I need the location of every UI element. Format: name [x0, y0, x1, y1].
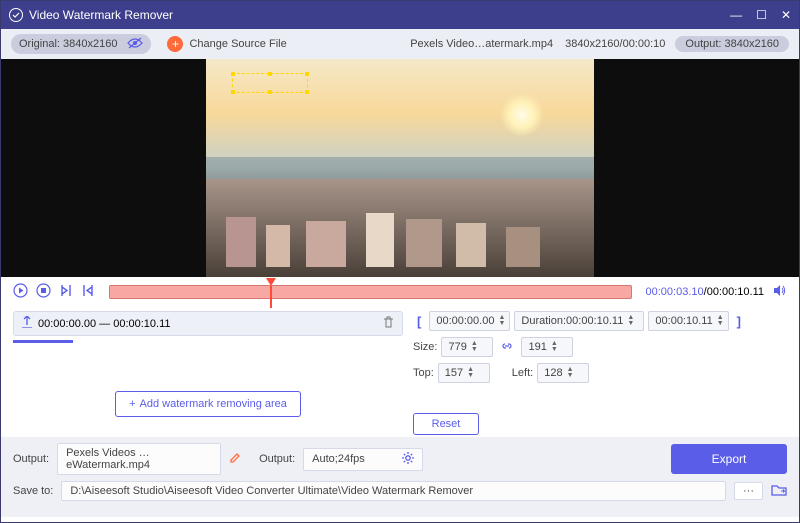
width-input[interactable]: 779▲▼	[441, 337, 493, 357]
resize-handle-bl[interactable]	[231, 90, 235, 94]
left-label: Left:	[512, 367, 533, 379]
resize-handle-br[interactable]	[305, 90, 309, 94]
minimize-button[interactable]: —	[730, 8, 742, 22]
height-input[interactable]: 191▲▼	[521, 337, 573, 357]
app-logo-icon	[9, 8, 23, 22]
segment-progress	[13, 340, 73, 343]
app-window: Video Watermark Remover — ☐ ✕ Original: …	[0, 0, 800, 523]
bottom-panel: Output: Pexels Videos …eWatermark.mp4 Ou…	[1, 437, 799, 517]
plus-icon: +	[129, 398, 135, 410]
top-toolbar: Original: 3840x2160 + Change Source File…	[1, 29, 799, 59]
source-filename: Pexels Video…atermark.mp4	[410, 38, 553, 50]
top-label: Top:	[413, 367, 434, 379]
resize-handle-bm[interactable]	[268, 90, 272, 94]
maximize-button[interactable]: ☐	[756, 8, 767, 22]
start-time-input[interactable]: 00:00:00.00▲▼	[429, 311, 510, 331]
settings-gear-icon[interactable]	[402, 452, 414, 467]
properties-panel: [ 00:00:00.00▲▼ Duration:00:00:10.11▲▼ 0…	[413, 311, 787, 435]
playback-time: 00:00:03.10/00:00:10.11	[646, 286, 764, 298]
add-source-icon[interactable]: +	[167, 36, 183, 52]
spinner-down-icon[interactable]: ▼	[498, 321, 505, 327]
video-frame	[206, 59, 594, 277]
segment-marker-icon	[22, 316, 32, 331]
output-resolution-pill: Output: 3840x2160	[675, 36, 789, 52]
segment-range: 00:00:00.00 — 00:00:10.11	[38, 318, 171, 330]
delete-segment-icon[interactable]	[383, 316, 394, 331]
reset-button[interactable]: Reset	[413, 413, 479, 435]
playhead-icon[interactable]	[266, 278, 276, 286]
play-button[interactable]	[13, 283, 28, 301]
output-filename-field[interactable]: Pexels Videos …eWatermark.mp4	[57, 443, 221, 475]
timeline-scrubber[interactable]	[109, 285, 632, 299]
left-input[interactable]: 128▲▼	[537, 363, 589, 383]
resize-handle-tl[interactable]	[231, 72, 235, 76]
playback-controls: 00:00:03.10/00:00:10.11	[1, 277, 799, 307]
stop-button[interactable]	[36, 283, 51, 301]
export-button[interactable]: Export	[671, 444, 787, 474]
original-resolution-pill: Original: 3840x2160	[11, 34, 151, 54]
size-label: Size:	[413, 341, 437, 353]
output-file-label: Output:	[13, 453, 49, 465]
duration-input[interactable]: Duration:00:00:10.11▲▼	[514, 311, 644, 331]
video-preview[interactable]	[1, 59, 799, 277]
watermark-selection-box[interactable]	[232, 73, 308, 93]
browse-path-button[interactable]: ···	[734, 482, 763, 500]
change-source-button[interactable]: Change Source File	[189, 38, 286, 50]
edit-filename-icon[interactable]	[229, 452, 241, 467]
add-watermark-area-button[interactable]: +Add watermark removing area	[115, 391, 301, 417]
segment-item[interactable]: 00:00:00.00 — 00:00:10.11	[13, 311, 403, 336]
resize-handle-tr[interactable]	[305, 72, 309, 76]
source-meta: 3840x2160/00:00:10	[565, 38, 665, 50]
range-end-bracket-icon[interactable]: ]	[733, 314, 745, 329]
open-folder-icon[interactable]	[771, 483, 787, 499]
mark-in-button[interactable]	[59, 283, 73, 301]
app-title: Video Watermark Remover	[29, 8, 173, 22]
resize-handle-tm[interactable]	[268, 72, 272, 76]
output-format-label: Output:	[259, 453, 295, 465]
mark-out-button[interactable]	[81, 283, 95, 301]
preview-toggle-icon[interactable]	[127, 36, 143, 52]
link-dimensions-icon[interactable]	[501, 341, 513, 354]
titlebar: Video Watermark Remover — ☐ ✕	[1, 1, 799, 29]
save-to-label: Save to:	[13, 485, 53, 497]
volume-icon[interactable]	[772, 283, 787, 301]
top-input[interactable]: 157▲▼	[438, 363, 490, 383]
segments-panel: 00:00:00.00 — 00:00:10.11 +Add watermark…	[13, 311, 403, 435]
output-format-field[interactable]: Auto;24fps	[303, 448, 423, 471]
close-button[interactable]: ✕	[781, 8, 791, 22]
range-start-bracket-icon[interactable]: [	[413, 314, 425, 329]
end-time-input[interactable]: 00:00:10.11▲▼	[648, 311, 728, 331]
save-path-field[interactable]: D:\Aiseesoft Studio\Aiseesoft Video Conv…	[61, 481, 726, 501]
